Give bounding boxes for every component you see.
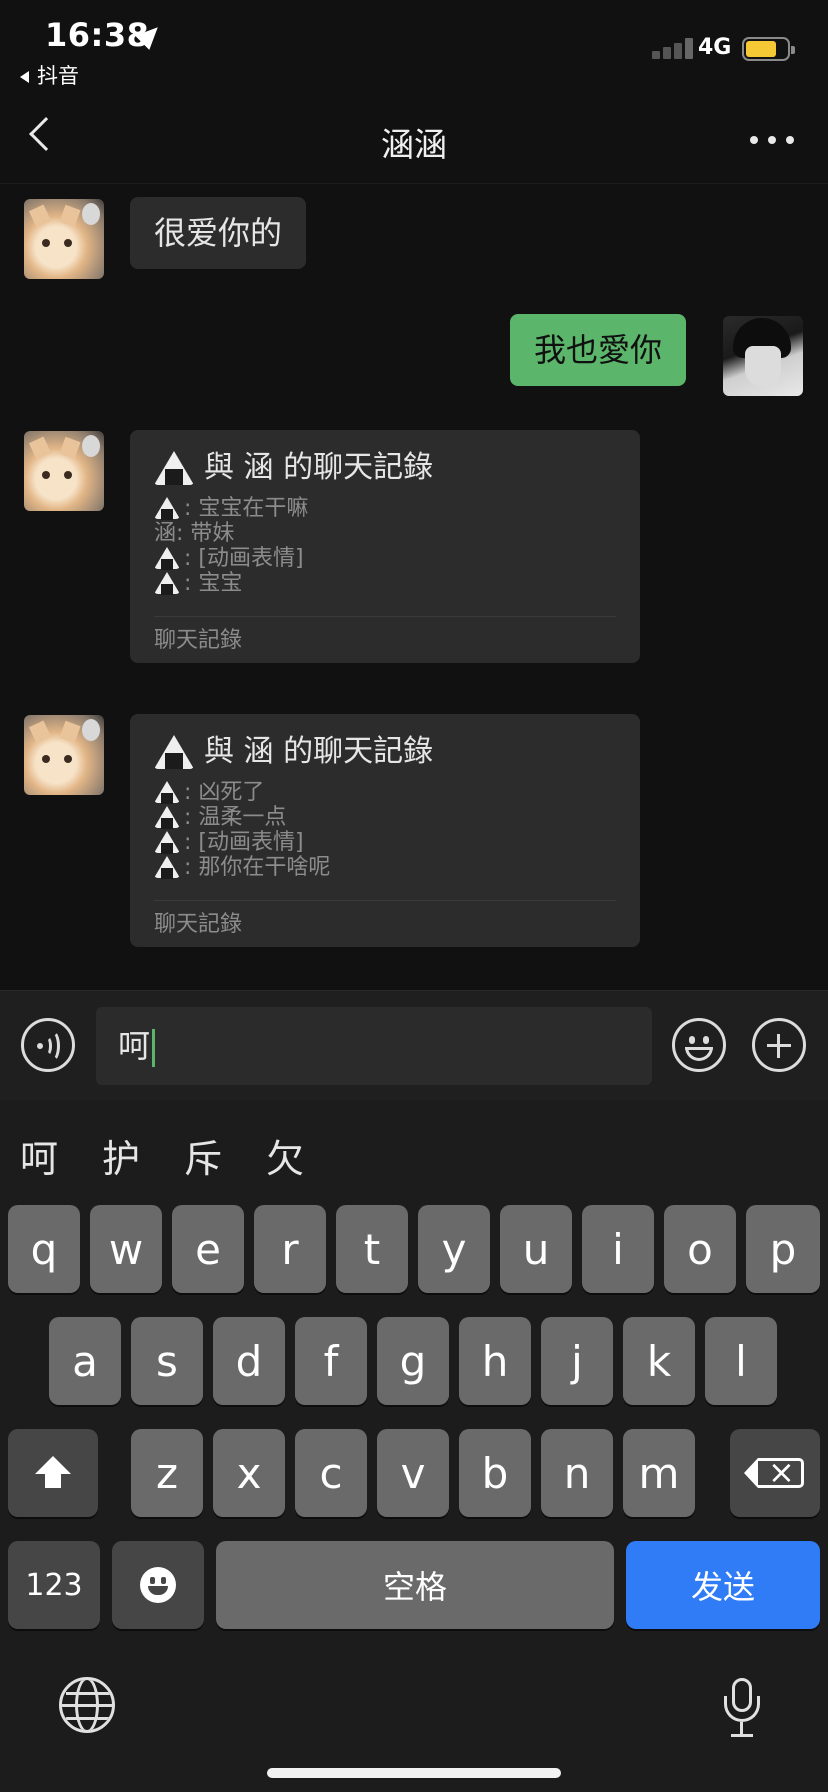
key-u[interactable]: u <box>500 1205 572 1293</box>
history-line: : 宝宝 <box>154 571 616 596</box>
key-n[interactable]: n <box>541 1429 613 1517</box>
more-dots-icon[interactable] <box>750 136 794 144</box>
chat-title: 涵涵 <box>381 125 447 164</box>
onigiri-icon <box>154 805 180 830</box>
back-to-app-link[interactable]: 抖音 <box>20 60 79 90</box>
history-line: : 宝宝在干嘛 <box>154 496 616 521</box>
history-line: : [动画表情] <box>154 546 616 571</box>
key-x[interactable]: x <box>213 1429 285 1517</box>
voice-input-icon[interactable] <box>21 1018 75 1072</box>
key-h[interactable]: h <box>459 1317 531 1405</box>
key-f[interactable]: f <box>295 1317 367 1405</box>
emoji-icon[interactable] <box>672 1018 726 1072</box>
key-m[interactable]: m <box>623 1429 695 1517</box>
onigiri-icon <box>154 546 180 571</box>
candidate-word[interactable]: 斥 <box>184 1128 222 1183</box>
key-g[interactable]: g <box>377 1317 449 1405</box>
backspace-icon <box>744 1453 804 1491</box>
chat-history-preview: : 凶死了 : 温柔一点 : [动画表情] : 那你在干啥呢 <box>154 780 616 880</box>
chat-history-footer: 聊天記錄 <box>154 900 616 947</box>
delete-key[interactable] <box>730 1429 820 1517</box>
key-k[interactable]: k <box>623 1317 695 1405</box>
chat-history-footer: 聊天記錄 <box>154 616 616 663</box>
chat-history-title: 與 涵 的聊天記錄 <box>154 732 616 772</box>
history-line: : [动画表情] <box>154 830 616 855</box>
onigiri-icon <box>154 451 194 485</box>
chat-history-card[interactable]: 與 涵 的聊天記錄 : 宝宝在干嘛 涵: 带妹 : [动画表情] : 宝宝 聊天… <box>130 430 640 663</box>
key-j[interactable]: j <box>541 1317 613 1405</box>
key-y[interactable]: y <box>418 1205 490 1293</box>
shift-key[interactable] <box>8 1429 98 1517</box>
contact-avatar[interactable] <box>24 715 104 795</box>
onigiri-icon <box>154 735 194 769</box>
candidate-bar: 呵 护 斥 欠 <box>0 1100 828 1200</box>
onigiri-icon <box>154 496 180 521</box>
back-app-label: 抖音 <box>37 64 79 88</box>
history-line: : 那你在干啥呢 <box>154 855 616 880</box>
numbers-key[interactable]: 123 <box>8 1541 100 1629</box>
message-bubble-outgoing[interactable]: 我也愛你 <box>510 314 687 386</box>
key-o[interactable]: o <box>664 1205 736 1293</box>
cellular-signal-icon <box>652 37 704 59</box>
key-q[interactable]: q <box>8 1205 80 1293</box>
input-bar: 呵 <box>0 990 828 1100</box>
shift-icon <box>35 1456 71 1490</box>
key-b[interactable]: b <box>459 1429 531 1517</box>
chat-header: 涵涵 <box>0 92 828 184</box>
onigiri-icon <box>154 855 180 880</box>
message-bubble-incoming[interactable]: 很爱你的 <box>130 197 307 269</box>
smiley-icon <box>140 1567 176 1603</box>
network-type: 4G <box>698 35 732 60</box>
home-indicator[interactable] <box>267 1768 561 1778</box>
key-s[interactable]: s <box>131 1317 203 1405</box>
message-list[interactable]: 很爱你的 我也愛你 與 涵 的聊天記錄 : 宝宝在干嘛 涵: 带妹 : [动画表… <box>0 185 828 990</box>
contact-avatar[interactable] <box>24 431 104 511</box>
key-d[interactable]: d <box>213 1317 285 1405</box>
back-triangle-icon <box>20 71 29 83</box>
key-c[interactable]: c <box>295 1429 367 1517</box>
send-key[interactable]: 发送 <box>626 1541 820 1629</box>
chat-history-title: 與 涵 的聊天記錄 <box>154 448 616 488</box>
history-line: : 凶死了 <box>154 780 616 805</box>
chat-history-card[interactable]: 與 涵 的聊天記錄 : 凶死了 : 温柔一点 : [动画表情] : 那你在干啥呢… <box>130 714 640 947</box>
history-line: : 温柔一点 <box>154 805 616 830</box>
key-l[interactable]: l <box>705 1317 777 1405</box>
contact-avatar[interactable] <box>24 199 104 279</box>
key-r[interactable]: r <box>254 1205 326 1293</box>
history-line: 涵: 带妹 <box>154 521 235 546</box>
key-z[interactable]: z <box>131 1429 203 1517</box>
emoji-key[interactable] <box>112 1541 204 1629</box>
status-bar: 16:38 抖音 4G <box>0 0 828 92</box>
my-avatar[interactable] <box>723 316 803 396</box>
key-p[interactable]: p <box>746 1205 820 1293</box>
message-input[interactable]: 呵 <box>96 1007 652 1085</box>
globe-icon[interactable] <box>59 1677 115 1733</box>
onigiri-icon <box>154 571 180 596</box>
space-key[interactable]: 空格 <box>216 1541 614 1629</box>
candidate-word[interactable]: 护 <box>102 1128 140 1183</box>
key-e[interactable]: e <box>172 1205 244 1293</box>
plus-icon[interactable] <box>752 1018 806 1072</box>
key-a[interactable]: a <box>49 1317 121 1405</box>
keyboard: 呵 护 斥 欠 q w e r t y u i o p a s d f g h … <box>0 1100 828 1792</box>
onigiri-icon <box>154 780 180 805</box>
chat-history-preview: : 宝宝在干嘛 涵: 带妹 : [动画表情] : 宝宝 <box>154 496 616 596</box>
candidate-word[interactable]: 呵 <box>20 1128 58 1183</box>
message-input-value: 呵 <box>118 1027 151 1065</box>
key-v[interactable]: v <box>377 1429 449 1517</box>
battery-icon <box>742 37 795 61</box>
microphone-icon[interactable] <box>722 1678 762 1740</box>
key-t[interactable]: t <box>336 1205 408 1293</box>
text-caret <box>152 1029 156 1067</box>
key-w[interactable]: w <box>90 1205 162 1293</box>
key-i[interactable]: i <box>582 1205 654 1293</box>
candidate-word[interactable]: 欠 <box>266 1128 304 1183</box>
status-time: 16:38 <box>45 16 150 54</box>
onigiri-icon <box>154 830 180 855</box>
